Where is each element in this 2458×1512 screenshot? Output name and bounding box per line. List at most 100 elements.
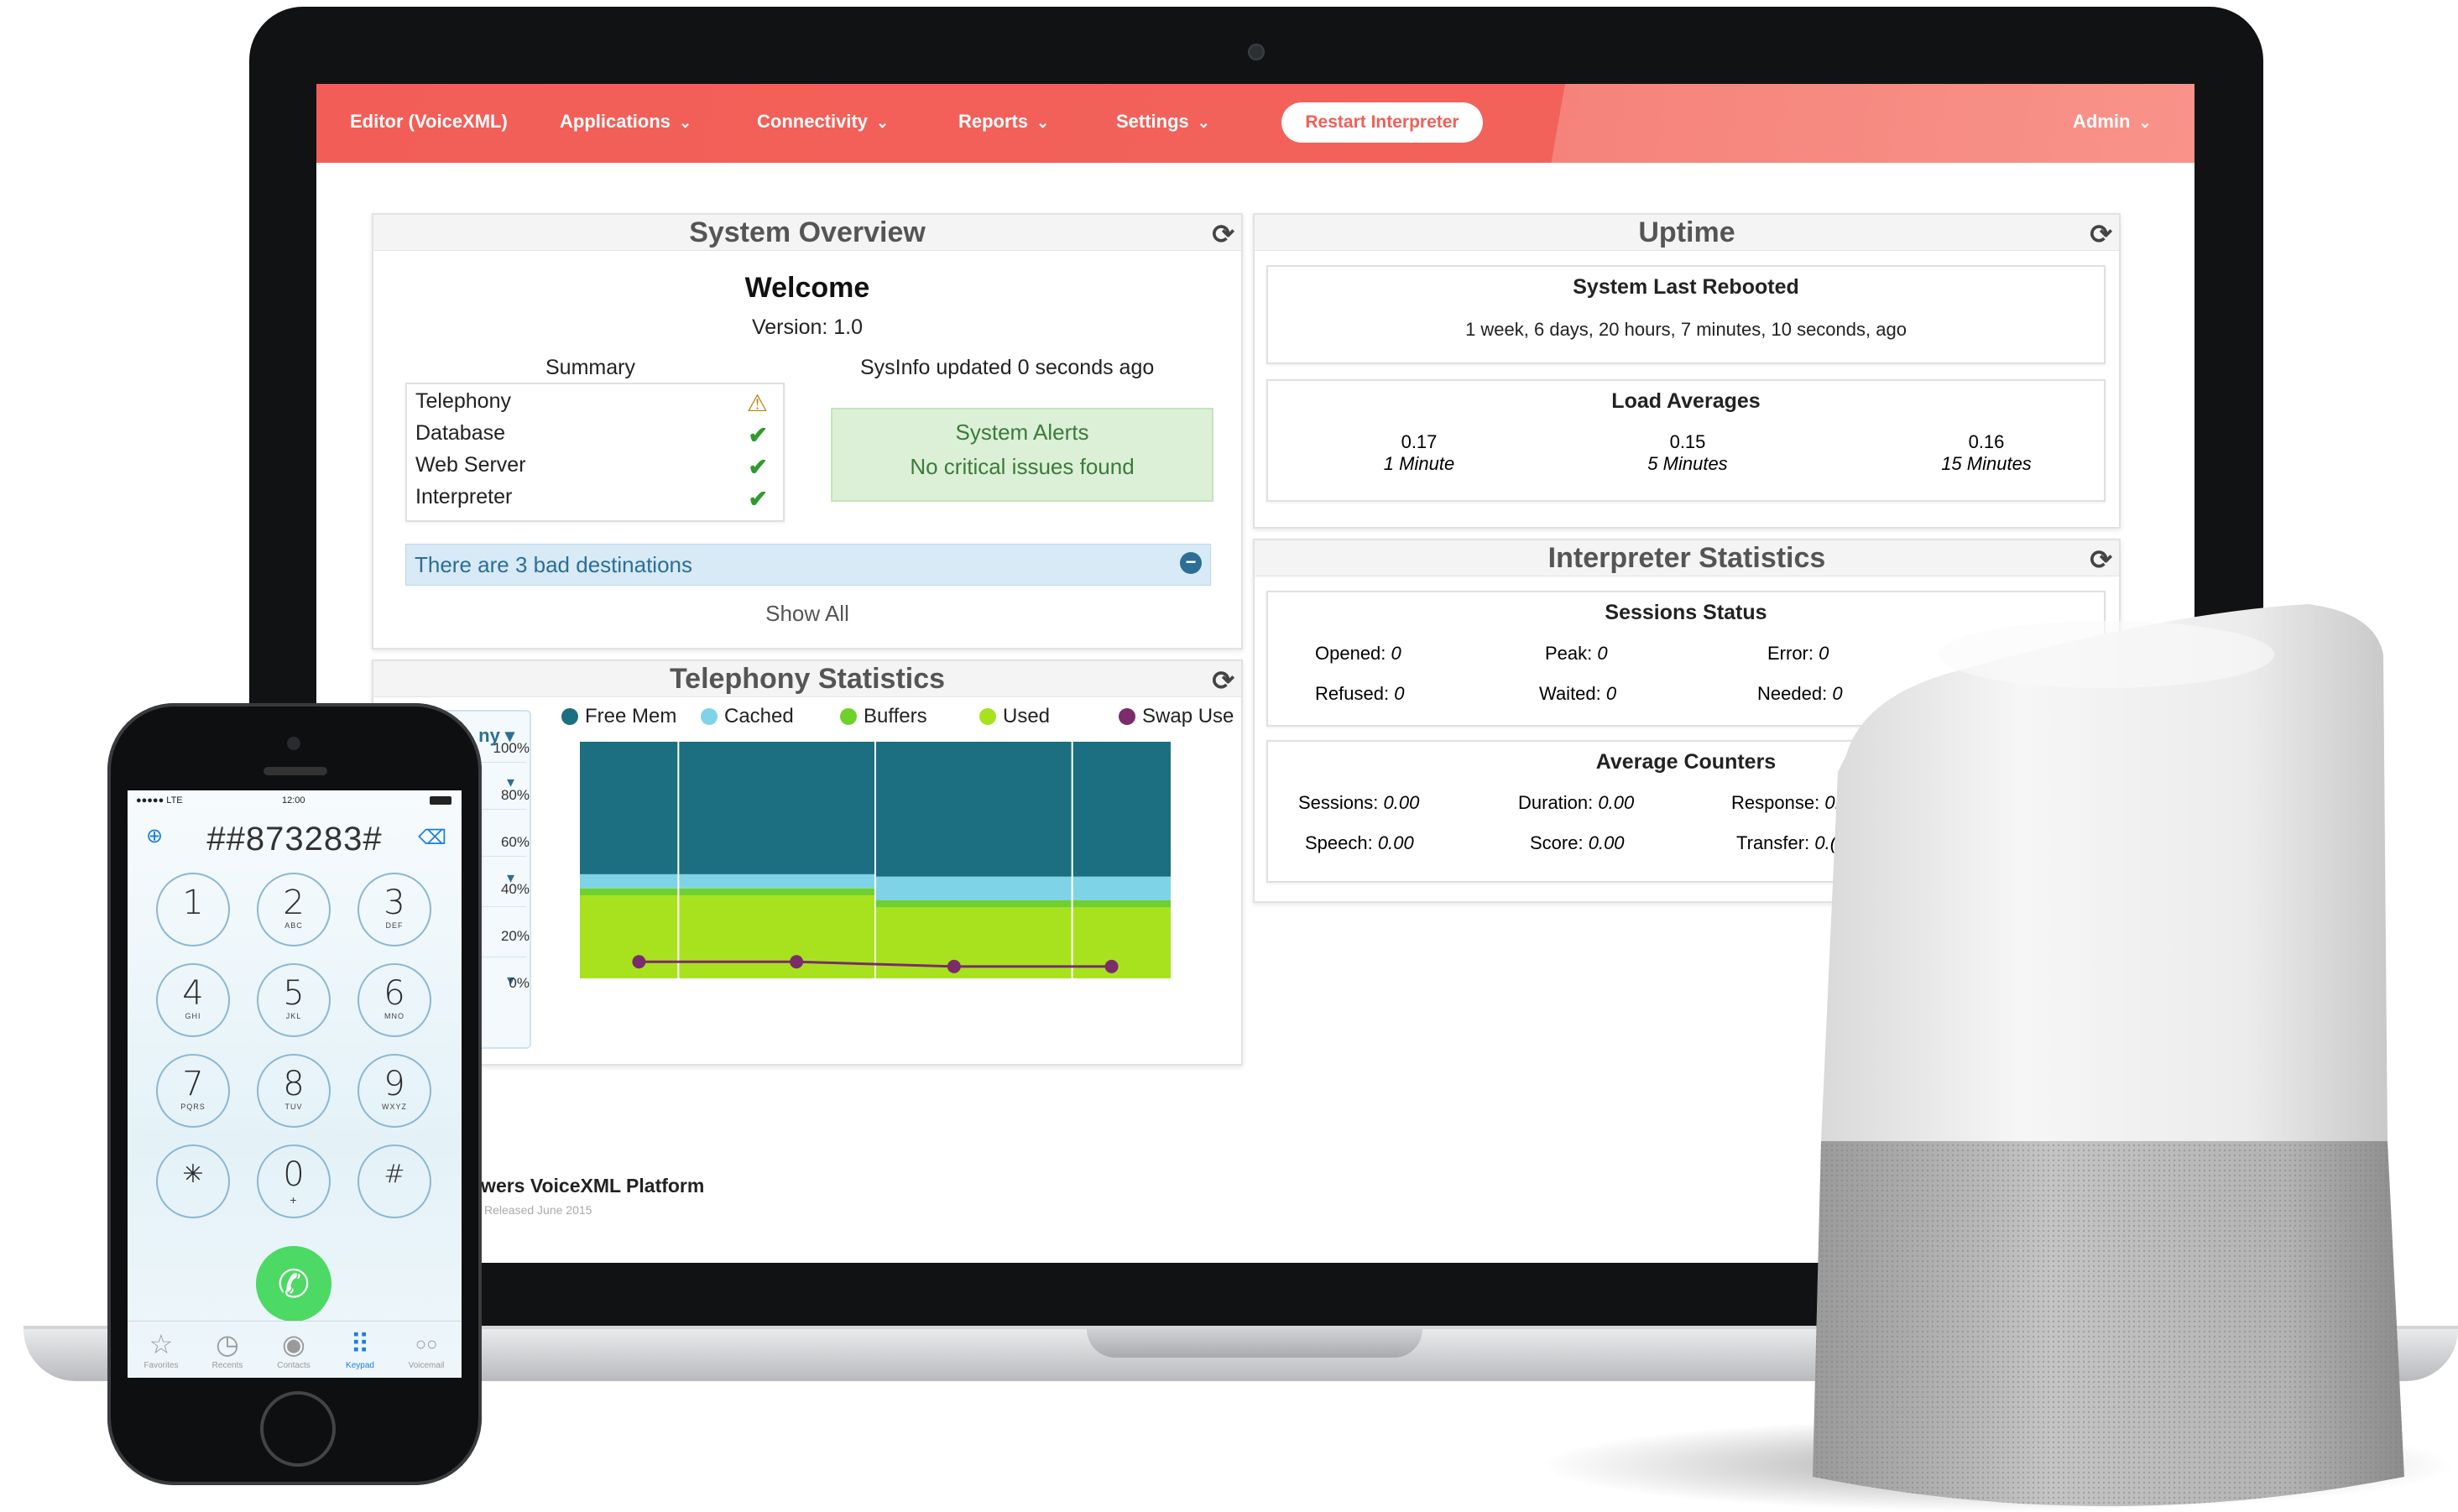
- keypad-key-4[interactable]: 4 GHI: [156, 963, 230, 1037]
- load-15-minutes: 0.16 15 Minutes: [1941, 431, 2032, 474]
- home-button[interactable]: [260, 1391, 336, 1467]
- legend-item[interactable]: Buffers: [840, 705, 927, 728]
- collapse-icon[interactable]: −: [1180, 552, 1202, 574]
- version-text: Version: 1.0: [751, 315, 864, 339]
- load-1-minute: 0.17 1 Minute: [1383, 431, 1455, 474]
- smart-speaker-device: [1813, 604, 2404, 1506]
- legend-item[interactable]: Used: [979, 705, 1050, 728]
- load-averages-title: Load Averages: [1611, 389, 1761, 413]
- keypad-key-6[interactable]: 6 MNO: [357, 963, 431, 1037]
- bad-destinations-text: There are 3 bad destinations: [415, 552, 692, 577]
- uptime-panel: Uptime ⟳ System Last Rebooted 1 week, 6 …: [1253, 213, 2121, 529]
- keypad-key-star[interactable]: ✳: [156, 1144, 230, 1218]
- last-rebooted-box: System Last Rebooted 1 week, 6 days, 20 …: [1266, 265, 2106, 364]
- refresh-icon[interactable]: ⟳: [1212, 665, 1234, 696]
- load-averages-box: Load Averages 0.17 1 Minute 0.15 5 Minutes…: [1266, 379, 2106, 502]
- chevron-down-icon: ⌄: [679, 114, 692, 131]
- chevron-down-icon: ⌄: [2138, 114, 2152, 131]
- swap-use-point[interactable]: [632, 955, 646, 969]
- last-rebooted-value: 1 week, 6 days, 20 hours, 7 minutes, 10 …: [1465, 319, 1907, 340]
- refresh-icon[interactable]: ⟳: [1212, 218, 1234, 250]
- warning-icon: ⚠: [746, 390, 768, 416]
- contact-icon: ◉: [282, 1329, 305, 1359]
- bad-destinations-alert[interactable]: There are 3 bad destinations −: [405, 544, 1211, 586]
- telephony-statistics-panel: Telephony Statistics ⟳ ny ▾ ▾ ▾ ▾ Free M…: [372, 660, 1243, 1066]
- legend-item[interactable]: Swap Use: [1119, 705, 1234, 728]
- webcam-icon: [1248, 44, 1265, 60]
- clock-icon: ◷: [216, 1329, 239, 1359]
- swap-use-point[interactable]: [947, 959, 961, 973]
- keypad-key-5[interactable]: 5 JKL: [257, 963, 331, 1037]
- keypad-key-hash[interactable]: #: [357, 1144, 431, 1218]
- backspace-icon[interactable]: ⌫: [418, 826, 446, 850]
- welcome-heading: Welcome: [744, 272, 870, 304]
- footer-product-name: owers VoiceXML Platform: [469, 1175, 705, 1197]
- dialed-number: ##873283#: [206, 821, 383, 858]
- smartphone-device: ●●●●● LTE 12:00 ⊕ ##873283# ⌫ 1 2 ABC 3 DE…: [107, 703, 482, 1485]
- tab-contacts[interactable]: ◉ Contacts: [262, 1327, 326, 1370]
- panel-title: Interpreter Statistics: [1255, 540, 2119, 576]
- keypad-key-2[interactable]: 2 ABC: [257, 873, 331, 946]
- phone-screen: ●●●●● LTE 12:00 ⊕ ##873283# ⌫ 1 2 ABC 3 DE…: [128, 790, 462, 1378]
- stat-refused: Refused: 0: [1315, 683, 1405, 704]
- stat-peak: Peak: 0: [1545, 643, 1608, 664]
- sysinfo-text: SysInfo updated 0 seconds ago: [860, 356, 1155, 379]
- telephony-memory-chart: [580, 742, 1171, 978]
- counter-score: Score: 0.00: [1530, 832, 1625, 853]
- refresh-icon[interactable]: ⟳: [2090, 544, 2112, 576]
- nav-applications[interactable]: Applications ⌄: [560, 111, 691, 133]
- counter-duration: Duration: 0.00: [1518, 792, 1635, 813]
- keypad-key-7[interactable]: 7 PQRS: [156, 1054, 230, 1128]
- chart-legend: Free Mem Cached Buffers Used Swap Use: [561, 705, 1241, 730]
- chevron-down-icon: ⌄: [1197, 114, 1210, 131]
- legend-item[interactable]: Free Mem: [561, 705, 676, 728]
- nav-editor-voicexml[interactable]: Editor (VoiceXML): [350, 111, 508, 133]
- alerts-title: System Alerts: [955, 420, 1089, 445]
- keypad-key-3[interactable]: 3 DEF: [357, 873, 431, 946]
- y-tick-label: 100%: [493, 740, 530, 756]
- system-overview-panel: System Overview ⟳ Welcome Version: 1.0 S…: [372, 213, 1243, 649]
- front-camera-icon: [287, 737, 300, 750]
- check-icon: ✔: [748, 422, 768, 448]
- list-item: Interpreter ✔: [415, 485, 768, 512]
- tab-bar-divider: [128, 1321, 462, 1322]
- swap-use-point[interactable]: [790, 955, 804, 969]
- summary-title: Summary: [545, 356, 635, 379]
- stat-opened: Opened: 0: [1315, 643, 1401, 664]
- keypad-key-1[interactable]: 1: [156, 873, 230, 946]
- y-tick-label: 80%: [500, 787, 530, 803]
- phone-icon: ✆: [277, 1262, 311, 1306]
- footer-release-date: Released June 2015: [484, 1203, 592, 1217]
- keypad-key-9[interactable]: 9 WXYZ: [357, 1054, 431, 1128]
- earpiece-speaker: [264, 767, 327, 775]
- keypad-key-0[interactable]: 0 +: [257, 1144, 331, 1218]
- nav-reports[interactable]: Reports ⌄: [958, 111, 1049, 133]
- counter-sessions: Sessions: 0.00: [1298, 792, 1420, 813]
- nav-admin-menu[interactable]: Admin ⌄: [2073, 111, 2152, 133]
- y-tick-label: 20%: [500, 928, 530, 944]
- summary-list: Telephony ⚠ Database ✔ Web Server ✔ Interpr…: [405, 383, 785, 522]
- check-icon: ✔: [748, 454, 768, 480]
- tab-keypad[interactable]: ⠿ Keypad: [328, 1327, 392, 1370]
- check-icon: ✔: [748, 486, 768, 512]
- show-all-link[interactable]: Show All: [373, 601, 1241, 627]
- restart-interpreter-button[interactable]: Restart Interpreter: [1281, 102, 1483, 143]
- tab-recents[interactable]: ◷ Recents: [196, 1327, 259, 1370]
- y-tick-label: 40%: [500, 881, 530, 897]
- swap-use-point[interactable]: [1104, 959, 1119, 973]
- tab-favorites[interactable]: ☆ Favorites: [129, 1327, 193, 1370]
- system-alerts-box: System Alerts No critical issues found: [831, 408, 1213, 502]
- keypad-key-8[interactable]: 8 TUV: [257, 1054, 331, 1128]
- tab-voicemail[interactable]: ○○ Voicemail: [394, 1327, 458, 1370]
- nav-connectivity[interactable]: Connectivity ⌄: [757, 111, 889, 133]
- carrier-status: ●●●●● LTE: [136, 795, 183, 806]
- panel-title: Telephony Statistics: [373, 661, 1241, 697]
- refresh-icon[interactable]: ⟳: [2090, 218, 2112, 250]
- list-item: Telephony ⚠: [415, 389, 768, 416]
- y-tick-label: 0%: [509, 975, 530, 991]
- stat-waited: Waited: 0: [1539, 683, 1617, 704]
- keypad-icon: ⠿: [350, 1329, 370, 1359]
- nav-settings[interactable]: Settings ⌄: [1116, 111, 1210, 133]
- call-button[interactable]: ✆: [256, 1246, 331, 1322]
- legend-item[interactable]: Cached: [701, 705, 794, 728]
